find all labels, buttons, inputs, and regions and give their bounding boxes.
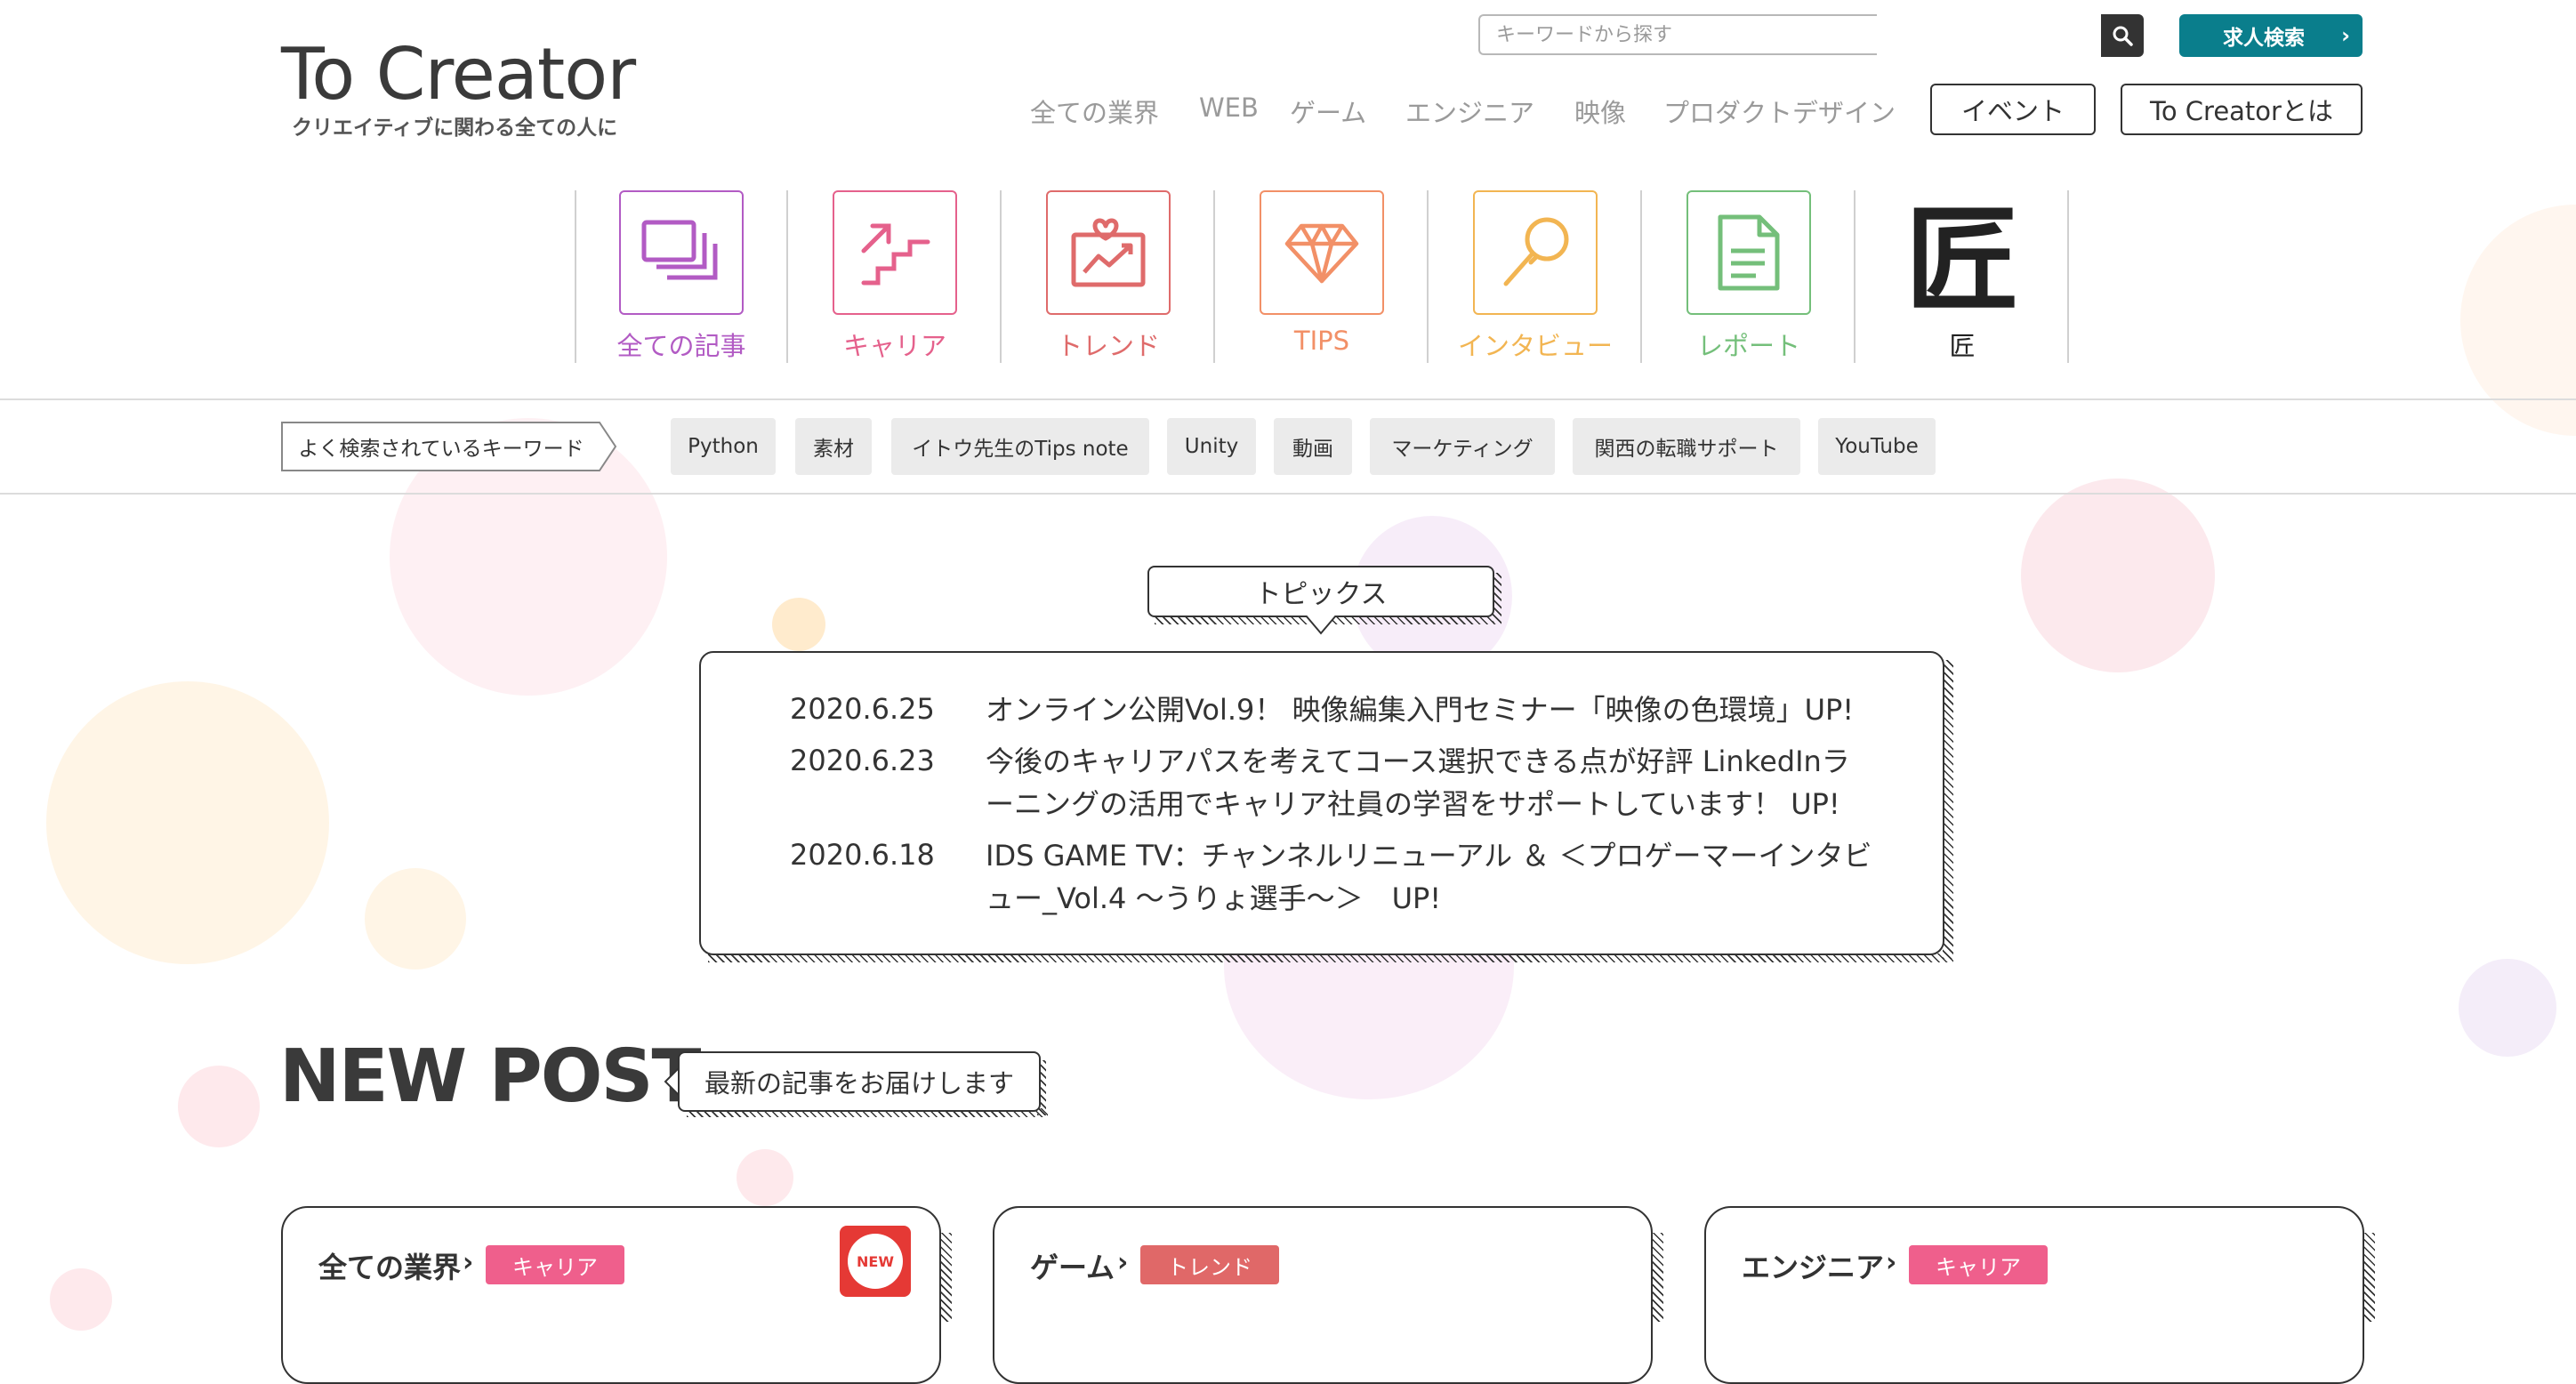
divider (1000, 190, 1002, 363)
topic-link[interactable]: オンライン公開Vol.9！ 映像編集入門セミナー「映像の色環境」UP! (986, 688, 1875, 731)
event-button[interactable]: イベント (1930, 84, 2096, 135)
category-report-label[interactable]: レポート (1651, 326, 1847, 363)
card-category[interactable]: ゲーム (1030, 1245, 1115, 1286)
decor-bubble (2459, 959, 2556, 1057)
search-button[interactable] (2101, 14, 2144, 57)
stairs-up-icon (861, 223, 930, 286)
category-report[interactable] (1686, 190, 1811, 315)
category-takumi-label[interactable]: 匠 (1864, 326, 2060, 363)
topic-link[interactable]: IDS GAME TV：チャンネルリニューアル ＆ ＜プロゲーマーインタビュー_… (986, 834, 1875, 920)
new-post-heading: NEW POST (279, 1034, 701, 1119)
topic-date: 2020.6.18 (790, 838, 935, 872)
article-card[interactable] (993, 1206, 1653, 1384)
decor-bubble (365, 868, 466, 970)
decor-bubble (2460, 205, 2576, 436)
divider (2067, 190, 2069, 363)
chevron-right-icon: › (1886, 1247, 1897, 1278)
topic-link[interactable]: 今後のキャリアパスを考えてコース選択できる点が好評 LinkedInラーニングの… (986, 740, 1875, 825)
speech-pointer (1306, 616, 1336, 635)
takumi-kanji-icon[interactable]: 匠 (1900, 183, 2025, 327)
divider (1213, 190, 1215, 363)
decor-bubble (178, 1066, 260, 1147)
category-all-articles[interactable] (619, 190, 744, 315)
new-badge-label: NEW (857, 1252, 894, 1270)
chevron-right-icon: › (1117, 1247, 1129, 1278)
keyword-tag[interactable]: Python (671, 418, 776, 475)
divider (575, 190, 576, 363)
job-search-button[interactable]: 求人検索 › (2179, 14, 2363, 57)
nav-link-web[interactable]: WEB (1199, 93, 1259, 123)
keyword-tag[interactable]: YouTube (1818, 418, 1936, 475)
chevron-right-icon: › (463, 1247, 474, 1278)
hatch-shadow (939, 1233, 952, 1322)
category-career[interactable] (833, 190, 957, 315)
card-category[interactable]: 全ての業界 (318, 1245, 461, 1286)
diamond-icon (1284, 223, 1359, 284)
card-tag[interactable]: キャリア (486, 1245, 624, 1284)
nav-link-all-industries[interactable]: 全ての業界 (1030, 93, 1159, 130)
category-all-articles-label[interactable]: 全ての記事 (584, 326, 779, 363)
category-interview[interactable] (1473, 190, 1598, 315)
keyword-tag[interactable]: 動画 (1274, 418, 1352, 475)
search-input[interactable] (1478, 14, 1877, 55)
keyword-tag[interactable]: イトウ先生のTips note (891, 418, 1149, 475)
site-logo[interactable]: To Creator (281, 39, 636, 110)
new-badge: NEW (840, 1226, 911, 1297)
decor-bubble (772, 598, 825, 651)
keyword-tag[interactable]: 素材 (795, 418, 872, 475)
topics-heading: トピックス (1147, 566, 1494, 617)
chevron-right-icon: › (2341, 23, 2350, 48)
topic-date: 2020.6.23 (790, 744, 935, 777)
category-tips[interactable] (1260, 190, 1384, 315)
hatch-shadow (1651, 1233, 1663, 1322)
document-icon (1718, 214, 1780, 291)
nav-link-game[interactable]: ゲーム (1290, 93, 1366, 130)
topic-date: 2020.6.25 (790, 692, 935, 726)
category-trend-label[interactable]: トレンド (1010, 326, 1206, 363)
nav-link-engineer[interactable]: エンジニア (1405, 93, 1534, 130)
site-tagline: クリエイティブに関わる全ての人に (292, 117, 618, 140)
keyword-tag[interactable]: 関西の転職サポート (1573, 418, 1800, 475)
divider (0, 493, 2576, 495)
keyword-tag[interactable]: マーケティング (1370, 418, 1555, 475)
decor-bubble (2021, 479, 2215, 672)
card-category[interactable]: エンジニア (1742, 1245, 1884, 1286)
card-tag[interactable]: トレンド (1140, 1245, 1279, 1284)
decor-bubble (46, 681, 329, 964)
category-career-label[interactable]: キャリア (797, 326, 993, 363)
divider (1640, 190, 1642, 363)
job-search-label: 求人検索 (2223, 27, 2305, 50)
keyword-tag[interactable]: Unity (1167, 418, 1256, 475)
about-button[interactable]: To Creatorとは (2121, 84, 2363, 135)
article-card[interactable] (1704, 1206, 2364, 1384)
divider (1427, 190, 1429, 363)
card-tag[interactable]: キャリア (1909, 1245, 2048, 1284)
search-icon (2113, 26, 2133, 46)
category-interview-label[interactable]: インタビュー (1437, 326, 1633, 363)
popular-keywords-label: よく検索されているキーワード (298, 438, 584, 461)
nav-link-product-design[interactable]: プロダクトデザイン (1663, 93, 1896, 130)
hatch-shadow (2363, 1233, 2375, 1322)
category-tips-label[interactable]: TIPS (1224, 326, 1420, 356)
decor-bubble (737, 1149, 793, 1206)
category-trend[interactable] (1046, 190, 1171, 315)
nav-link-video[interactable]: 映像 (1574, 93, 1626, 130)
new-post-subtitle: 最新の記事をお届けします (678, 1051, 1041, 1112)
microphone-icon (1503, 217, 1569, 286)
stacked-pages-icon (641, 220, 718, 280)
divider (1854, 190, 1856, 363)
trend-chart-icon (1071, 218, 1146, 287)
divider (0, 398, 2576, 400)
divider (786, 190, 788, 363)
